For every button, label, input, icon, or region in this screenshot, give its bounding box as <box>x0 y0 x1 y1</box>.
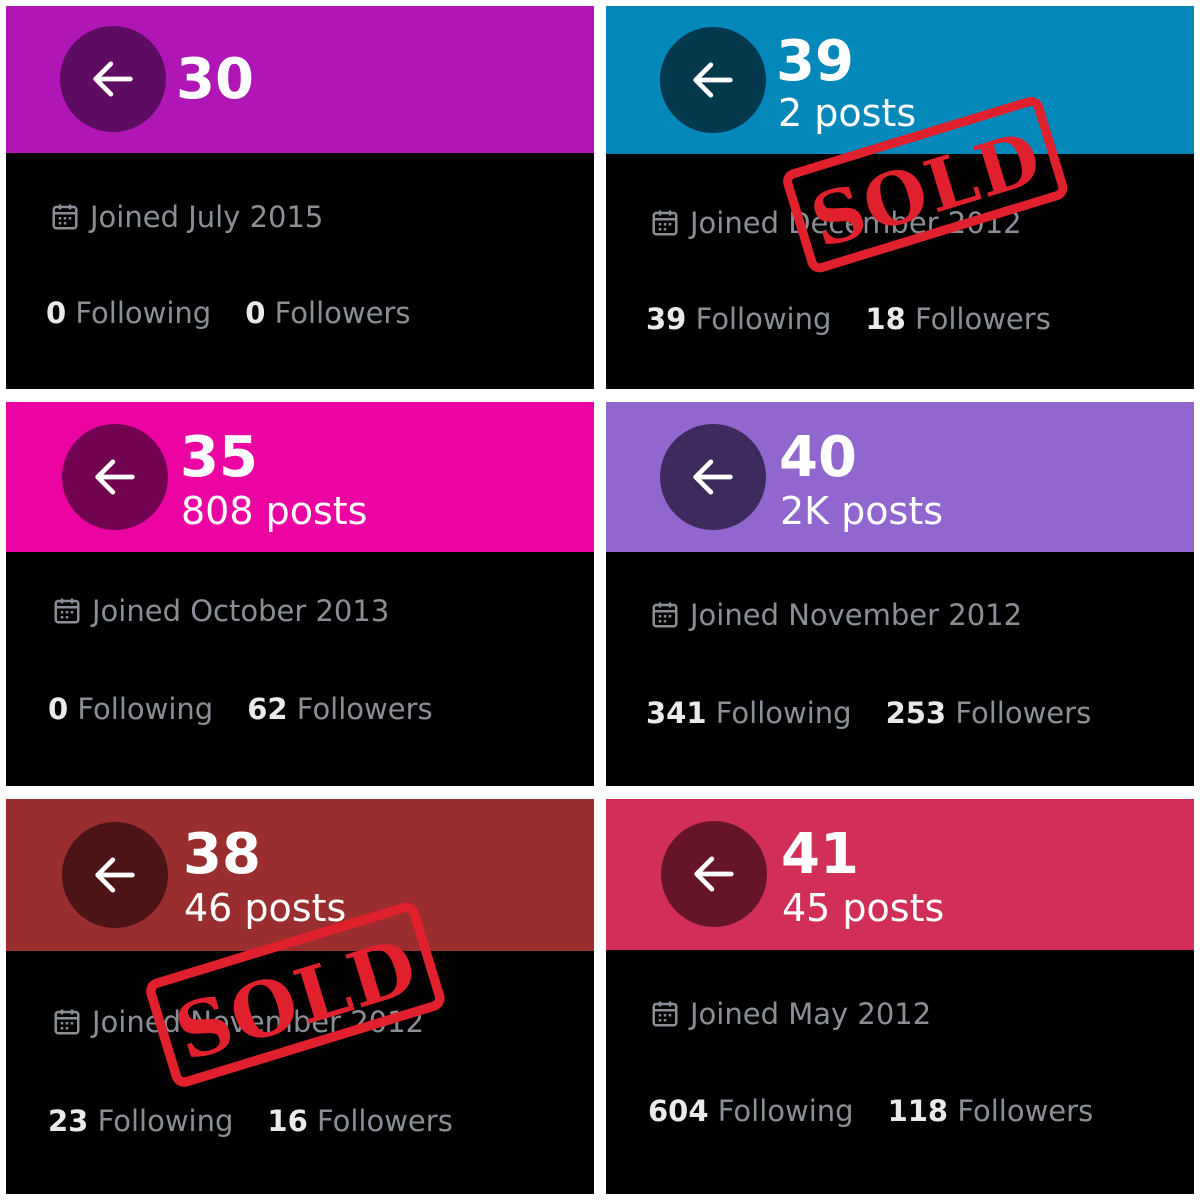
following-label: Following <box>695 302 832 336</box>
joined-text: Joined December 2012 <box>690 206 1022 240</box>
joined-date: Joined November 2012 <box>52 1005 424 1039</box>
post-count: 46 posts <box>184 886 347 930</box>
profile-name: 41 <box>781 822 859 887</box>
arrow-left-icon <box>693 459 733 495</box>
following-count: 0 <box>48 692 69 726</box>
arrow-left-icon <box>95 459 135 495</box>
followers-count: 16 <box>267 1104 308 1138</box>
post-count: 2 posts <box>778 91 917 135</box>
profile-card-2: 39 2 posts Joined December 2012 39 Follo… <box>606 6 1194 389</box>
followers-label: Followers <box>955 696 1092 730</box>
follow-stats: 0 Following 62 Followers <box>48 692 433 726</box>
profile-card-3: 35 808 posts Joined October 2013 0 Follo… <box>6 402 594 786</box>
arrow-left-icon <box>93 61 133 97</box>
arrow-left-icon <box>694 856 734 892</box>
following-label: Following <box>77 692 214 726</box>
profile-name: 40 <box>779 425 857 490</box>
following-count: 604 <box>648 1094 709 1128</box>
calendar-icon <box>54 1009 80 1035</box>
followers-label: Followers <box>274 296 411 330</box>
following-label: Following <box>715 696 852 730</box>
arrow-left-icon <box>95 857 135 893</box>
following-link[interactable]: 0 Following <box>48 692 213 726</box>
profile-card-4: 40 2K posts Joined November 2012 341 Fol… <box>606 402 1194 786</box>
profile-card-1: 30 Joined July 2015 0 Following 0 Follow… <box>6 6 594 389</box>
post-count: 2K posts <box>780 489 944 533</box>
following-link[interactable]: 23 Following <box>48 1104 233 1138</box>
back-button[interactable] <box>62 424 168 530</box>
back-button[interactable] <box>660 424 766 530</box>
calendar-icon <box>52 204 78 230</box>
joined-text: Joined November 2012 <box>690 598 1023 632</box>
following-count: 0 <box>46 296 67 330</box>
following-label: Following <box>75 296 212 330</box>
profile-name: 35 <box>180 425 258 490</box>
following-count: 341 <box>646 696 707 730</box>
followers-count: 0 <box>245 296 266 330</box>
joined-date: Joined May 2012 <box>650 997 931 1031</box>
profile-name: 38 <box>183 822 261 887</box>
following-label: Following <box>97 1104 234 1138</box>
following-count: 23 <box>48 1104 89 1138</box>
followers-link[interactable]: 18 Followers <box>865 302 1050 336</box>
followers-link[interactable]: 16 Followers <box>267 1104 452 1138</box>
follow-stats: 23 Following 16 Followers <box>48 1104 453 1138</box>
follow-stats: 0 Following 0 Followers <box>46 296 410 330</box>
joined-text: Joined May 2012 <box>690 997 932 1031</box>
followers-count: 62 <box>247 692 288 726</box>
joined-date: Joined November 2012 <box>650 598 1022 632</box>
post-count: 45 posts <box>782 886 945 930</box>
calendar-icon <box>54 598 80 624</box>
follow-stats: 39 Following 18 Followers <box>646 302 1051 336</box>
joined-date: Joined July 2015 <box>50 200 323 234</box>
followers-link[interactable]: 118 Followers <box>888 1094 1094 1128</box>
profile-name: 39 <box>776 29 854 94</box>
followers-count: 18 <box>865 302 906 336</box>
post-count: 808 posts <box>181 489 368 533</box>
profile-name: 30 <box>176 47 254 112</box>
back-button[interactable] <box>660 27 766 133</box>
joined-text: Joined November 2012 <box>92 1005 425 1039</box>
follow-stats: 604 Following 118 Followers <box>648 1094 1093 1128</box>
following-link[interactable]: 341 Following <box>646 696 852 730</box>
followers-count: 118 <box>887 1094 949 1128</box>
joined-date: Joined December 2012 <box>650 206 1022 240</box>
following-count: 39 <box>646 302 687 336</box>
followers-link[interactable]: 62 Followers <box>247 692 432 726</box>
back-button[interactable] <box>62 822 168 928</box>
followers-label: Followers <box>914 302 1051 336</box>
followers-link[interactable]: 0 Followers <box>245 296 410 330</box>
following-link[interactable]: 39 Following <box>646 302 831 336</box>
follow-stats: 341 Following 253 Followers <box>646 696 1091 730</box>
back-button[interactable] <box>661 821 767 927</box>
joined-date: Joined October 2013 <box>52 594 389 628</box>
joined-text: Joined October 2013 <box>92 594 390 628</box>
calendar-icon <box>652 210 678 236</box>
back-button[interactable] <box>60 26 166 132</box>
calendar-icon <box>652 1001 678 1027</box>
calendar-icon <box>652 602 678 628</box>
following-link[interactable]: 0 Following <box>46 296 211 330</box>
followers-label: Followers <box>296 692 433 726</box>
followers-label: Followers <box>316 1104 453 1138</box>
profile-card-6: 41 45 posts Joined May 2012 604 Followin… <box>606 799 1194 1194</box>
following-link[interactable]: 604 Following <box>648 1094 854 1128</box>
arrow-left-icon <box>693 62 733 98</box>
following-label: Following <box>717 1094 854 1128</box>
joined-text: Joined July 2015 <box>90 200 324 234</box>
profile-card-5: 38 46 posts Joined November 2012 23 Foll… <box>6 799 594 1194</box>
followers-link[interactable]: 253 Followers <box>886 696 1092 730</box>
followers-label: Followers <box>957 1094 1094 1128</box>
followers-count: 253 <box>885 696 947 730</box>
